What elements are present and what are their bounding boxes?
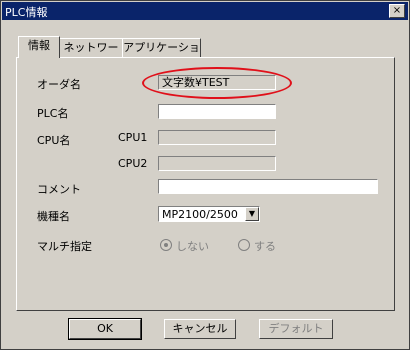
radio-checked-icon <box>160 239 172 251</box>
red-highlight-oval <box>142 67 292 99</box>
cpu2-field <box>158 156 276 171</box>
cpu1-label: CPU1 <box>118 131 148 144</box>
radio-unchecked-icon <box>238 239 250 251</box>
cpu1-field <box>158 130 276 145</box>
default-button: デフォルト <box>259 319 333 339</box>
tab-application[interactable]: アプリケーション <box>122 38 201 72</box>
order-name-label: オーダ名 <box>37 78 81 91</box>
radio-no[interactable]: しない <box>160 238 209 254</box>
ok-button[interactable]: OK <box>68 318 142 340</box>
radio-yes[interactable]: する <box>238 238 276 254</box>
comment-label: コメント <box>37 183 81 196</box>
model-label: 機種名 <box>37 210 70 223</box>
close-button[interactable]: × <box>389 4 405 18</box>
cpu2-label: CPU2 <box>118 157 148 170</box>
plc-name-label: PLC名 <box>37 107 69 120</box>
radio-no-label: しない <box>176 240 209 253</box>
model-value: MP2100/2500 <box>162 208 238 221</box>
tab-network[interactable]: ネットワーク <box>58 38 124 72</box>
cancel-button[interactable]: キャンセル <box>164 319 236 339</box>
title-bar: PLC情報 × <box>2 2 408 20</box>
plc-name-input[interactable] <box>158 104 276 119</box>
plc-info-dialog: PLC情報 × 情報 ネットワーク アプリケーション オーダ名 文字数¥TEST… <box>0 0 410 350</box>
comment-input[interactable] <box>158 179 378 194</box>
model-select[interactable]: MP2100/2500 ▼ <box>158 206 260 222</box>
multi-label: マルチ指定 <box>37 240 92 253</box>
tab-info[interactable]: 情報 <box>18 36 60 58</box>
chevron-down-icon[interactable]: ▼ <box>245 207 259 221</box>
radio-yes-label: する <box>254 240 276 253</box>
cpu-name-label: CPU名 <box>37 134 71 147</box>
window-title: PLC情報 <box>5 6 48 19</box>
